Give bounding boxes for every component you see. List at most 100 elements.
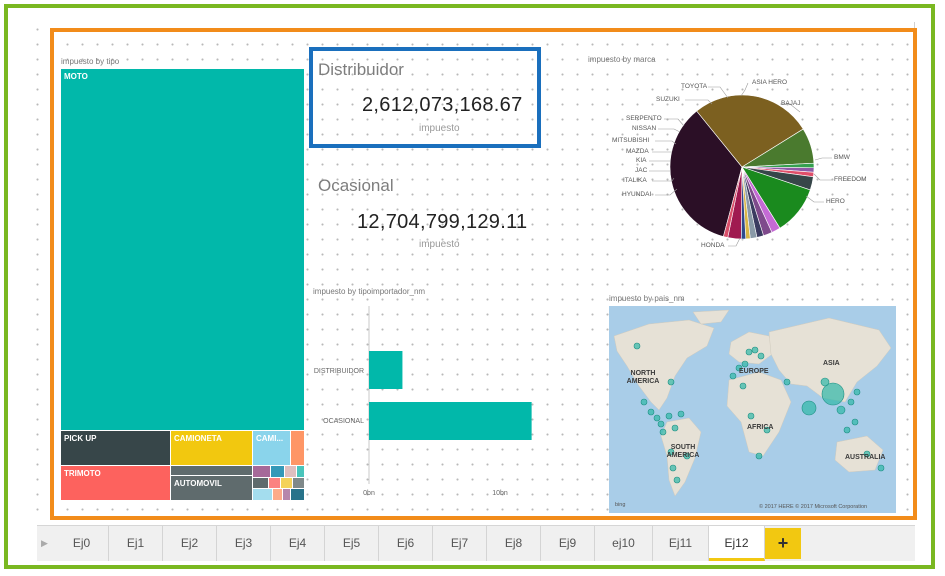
pie-label-suzuki: SUZUKI — [656, 96, 680, 103]
pie-label-bmw: BMW — [834, 154, 850, 161]
map-label-australia: AUSTRALIA — [845, 454, 886, 461]
page-tab-ej11[interactable]: Ej11 — [653, 526, 709, 561]
ocasional-card-title: Ocasional — [318, 176, 394, 195]
map-bubble[interactable] — [659, 428, 667, 436]
treemap-tile-small[interactable] — [283, 489, 291, 501]
treemap-tile-small[interactable] — [253, 466, 271, 478]
pie-label-mitsubishi: MITSUBISHI — [612, 137, 650, 144]
map-visual[interactable]: NORTH AMERICA EUROPE ASIA AFRICA SOUTH A… — [609, 306, 896, 513]
page-tab-ej9[interactable]: Ej9 — [541, 526, 595, 561]
map-bubble[interactable] — [757, 352, 765, 360]
map-bubble[interactable] — [853, 388, 861, 396]
bar-chart[interactable] — [305, 298, 605, 500]
page-tab-ej4[interactable]: Ej4 — [271, 526, 325, 561]
map-bubble[interactable] — [851, 418, 859, 426]
map-bubble[interactable] — [783, 378, 791, 386]
bar-tick-10: 10bn — [492, 490, 508, 497]
treemap-tile-cami[interactable]: CAMI... — [253, 431, 291, 466]
treemap-tile-small[interactable] — [253, 478, 269, 489]
pie-label-hyundai: HYUNDAI — [622, 191, 652, 198]
bar-tick-0: 0bn — [363, 490, 375, 497]
map-bubble[interactable] — [820, 377, 830, 387]
bar-category-distribuidor: DISTRIBUIDOR — [313, 368, 364, 375]
africa-land — [726, 371, 792, 457]
treemap-tile-trimoto[interactable]: TRIMOTO — [61, 466, 171, 501]
treemap-visual[interactable]: MOTO PICK UP CAMIONETA CAMI... TRIMOTO A… — [61, 69, 305, 501]
map-bubble[interactable] — [741, 360, 749, 368]
treemap-tile-pickup[interactable]: PICK UP — [61, 431, 171, 466]
map-bubble[interactable] — [739, 382, 747, 390]
page-tab-ej8[interactable]: Ej8 — [487, 526, 541, 561]
map-bubble[interactable] — [877, 464, 885, 472]
treemap-tile-small[interactable] — [281, 478, 293, 489]
treemap-tile-small[interactable] — [271, 466, 285, 478]
treemap-tile-small[interactable] — [297, 466, 305, 478]
map-bubble[interactable] — [843, 426, 851, 434]
treemap-tile-automovil-top[interactable] — [171, 466, 253, 476]
map-bubble[interactable] — [836, 405, 846, 415]
pie-leader-line — [740, 82, 749, 97]
bar-ocasional[interactable] — [369, 402, 532, 440]
treemap-tile-camioneta[interactable]: CAMIONETA — [171, 431, 253, 466]
map-bubble[interactable] — [667, 378, 675, 386]
page-tab-ej2[interactable]: Ej2 — [163, 526, 217, 561]
map-bubble[interactable] — [751, 346, 759, 354]
pie-label-honda: HONDA — [701, 242, 725, 249]
map-label-south-america: SOUTH AMERICA — [666, 444, 700, 459]
treemap-tile-small-orange[interactable] — [291, 431, 305, 466]
map-bubble-largest[interactable] — [821, 382, 845, 406]
page-tab-ej1[interactable]: Ej1 — [109, 526, 163, 561]
bar-category-ocasional: OCASIONAL — [323, 418, 364, 425]
ocasional-card-value: 12,704,799,129.11 — [357, 211, 528, 233]
pie-label-jac: JAC — [635, 167, 648, 174]
treemap-tile-small[interactable] — [293, 478, 305, 489]
page-tab-ej7[interactable]: Ej7 — [433, 526, 487, 561]
pie-label-toyota: TOYOTA — [681, 83, 708, 90]
map-label-asia: ASIA — [823, 360, 840, 367]
map-bubble[interactable] — [671, 424, 679, 432]
treemap-tile-small[interactable] — [273, 489, 283, 501]
treemap-tile-moto[interactable]: MOTO — [61, 69, 305, 431]
pie-label-serpento: SERPENTO — [626, 115, 662, 122]
bar-distribuidor[interactable] — [369, 351, 403, 389]
treemap-tile-small[interactable] — [285, 466, 297, 478]
map-bubble[interactable] — [669, 464, 677, 472]
page-tab-ej12[interactable]: Ej12 — [709, 526, 765, 561]
treemap-tile-automovil[interactable]: AUTOMOVIL — [171, 476, 253, 501]
page-tab-ej5[interactable]: Ej5 — [325, 526, 379, 561]
map-bubble[interactable] — [755, 452, 763, 460]
pie-label-mazda: MAZDA — [626, 148, 649, 155]
map-bubble[interactable] — [745, 348, 753, 356]
map-bubble[interactable] — [747, 412, 755, 420]
treemap-tile-small[interactable] — [269, 478, 281, 489]
treemap-tile-small[interactable] — [291, 489, 305, 501]
map-bubble[interactable] — [729, 372, 737, 380]
pie-label-asia-hero: ASIA HERO — [752, 79, 788, 86]
map-bubble[interactable] — [657, 420, 665, 428]
greenland-land — [692, 309, 730, 325]
pie-label-kia: KIA — [636, 157, 647, 164]
page-tab-ej6[interactable]: Ej6 — [379, 526, 433, 561]
map-bubble[interactable] — [847, 398, 855, 406]
treemap-title: impuesto by tipo — [61, 57, 120, 66]
map-bubble[interactable] — [677, 410, 685, 418]
page-tab-ej0[interactable]: Ej0 — [55, 526, 109, 561]
europe-land — [728, 331, 776, 365]
map-bubble[interactable] — [633, 342, 641, 350]
map-bubble[interactable] — [673, 476, 681, 484]
world-map[interactable] — [609, 306, 896, 513]
treemap-tile-small[interactable] — [253, 489, 273, 501]
pie-leader-line — [813, 173, 832, 181]
pie-leader-line — [658, 128, 681, 133]
map-bubble[interactable] — [653, 414, 661, 422]
page-tab-ej3[interactable]: Ej3 — [217, 526, 271, 561]
map-bubble[interactable] — [640, 398, 648, 406]
tab-scroll-left-icon[interactable]: ▶ — [41, 538, 48, 549]
page-tab-ej10[interactable]: ej10 — [595, 526, 653, 561]
map-bubble[interactable] — [647, 408, 655, 416]
add-page-button[interactable]: + — [765, 528, 801, 559]
pie-label-hero: HERO — [826, 198, 845, 205]
map-bubble[interactable] — [665, 412, 673, 420]
map-bubble-large[interactable] — [801, 400, 817, 416]
map-copyright: © 2017 HERE © 2017 Microsoft Corporation — [759, 504, 868, 510]
